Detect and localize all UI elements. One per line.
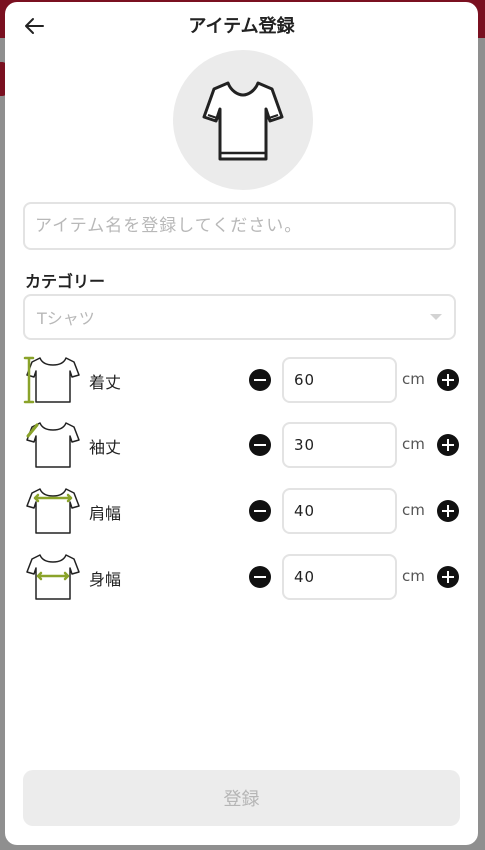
unit-label: cm	[402, 567, 425, 585]
item-register-modal: アイテム登録 カテゴリー Tシャツ 着丈 cm 袖丈 cm	[5, 2, 478, 845]
plus-circle-icon[interactable]	[437, 500, 459, 522]
measurement-label: 肩幅	[89, 504, 122, 523]
minus-circle-icon[interactable]	[249, 500, 271, 522]
minus-circle-icon[interactable]	[249, 566, 271, 588]
measurement-row-width: 身幅 cm	[5, 552, 478, 602]
tshirt-icon	[202, 81, 284, 161]
minus-circle-icon[interactable]	[249, 369, 271, 391]
tshirt-width-icon	[26, 554, 80, 600]
width-input[interactable]	[282, 554, 397, 600]
measurement-row-sleeve: 袖丈 cm	[5, 420, 478, 470]
category-select[interactable]: Tシャツ	[23, 294, 456, 340]
page-title: アイテム登録	[188, 16, 295, 37]
measurement-row-length: 着丈 cm	[5, 355, 478, 405]
item-photo[interactable]	[173, 50, 313, 190]
register-button[interactable]: 登録	[23, 770, 460, 826]
plus-circle-icon[interactable]	[437, 434, 459, 456]
item-name-input[interactable]	[23, 202, 456, 250]
unit-label: cm	[402, 435, 425, 453]
tshirt-sleeve-icon	[26, 422, 80, 468]
chevron-down-icon	[430, 314, 442, 320]
length-input[interactable]	[282, 357, 397, 403]
minus-circle-icon[interactable]	[249, 434, 271, 456]
category-label: カテゴリー	[25, 272, 106, 291]
measurement-row-shoulder: 肩幅 cm	[5, 486, 478, 536]
plus-circle-icon[interactable]	[437, 369, 459, 391]
unit-label: cm	[402, 370, 425, 388]
unit-label: cm	[402, 501, 425, 519]
tshirt-length-icon	[23, 356, 80, 404]
measurement-label: 袖丈	[89, 438, 122, 457]
shoulder-input[interactable]	[282, 488, 397, 534]
measurement-label: 着丈	[89, 373, 122, 392]
measurement-label: 身幅	[89, 570, 122, 589]
plus-circle-icon[interactable]	[437, 566, 459, 588]
tshirt-shoulder-icon	[26, 488, 80, 534]
category-selected: Tシャツ	[37, 309, 95, 328]
sleeve-input[interactable]	[282, 422, 397, 468]
